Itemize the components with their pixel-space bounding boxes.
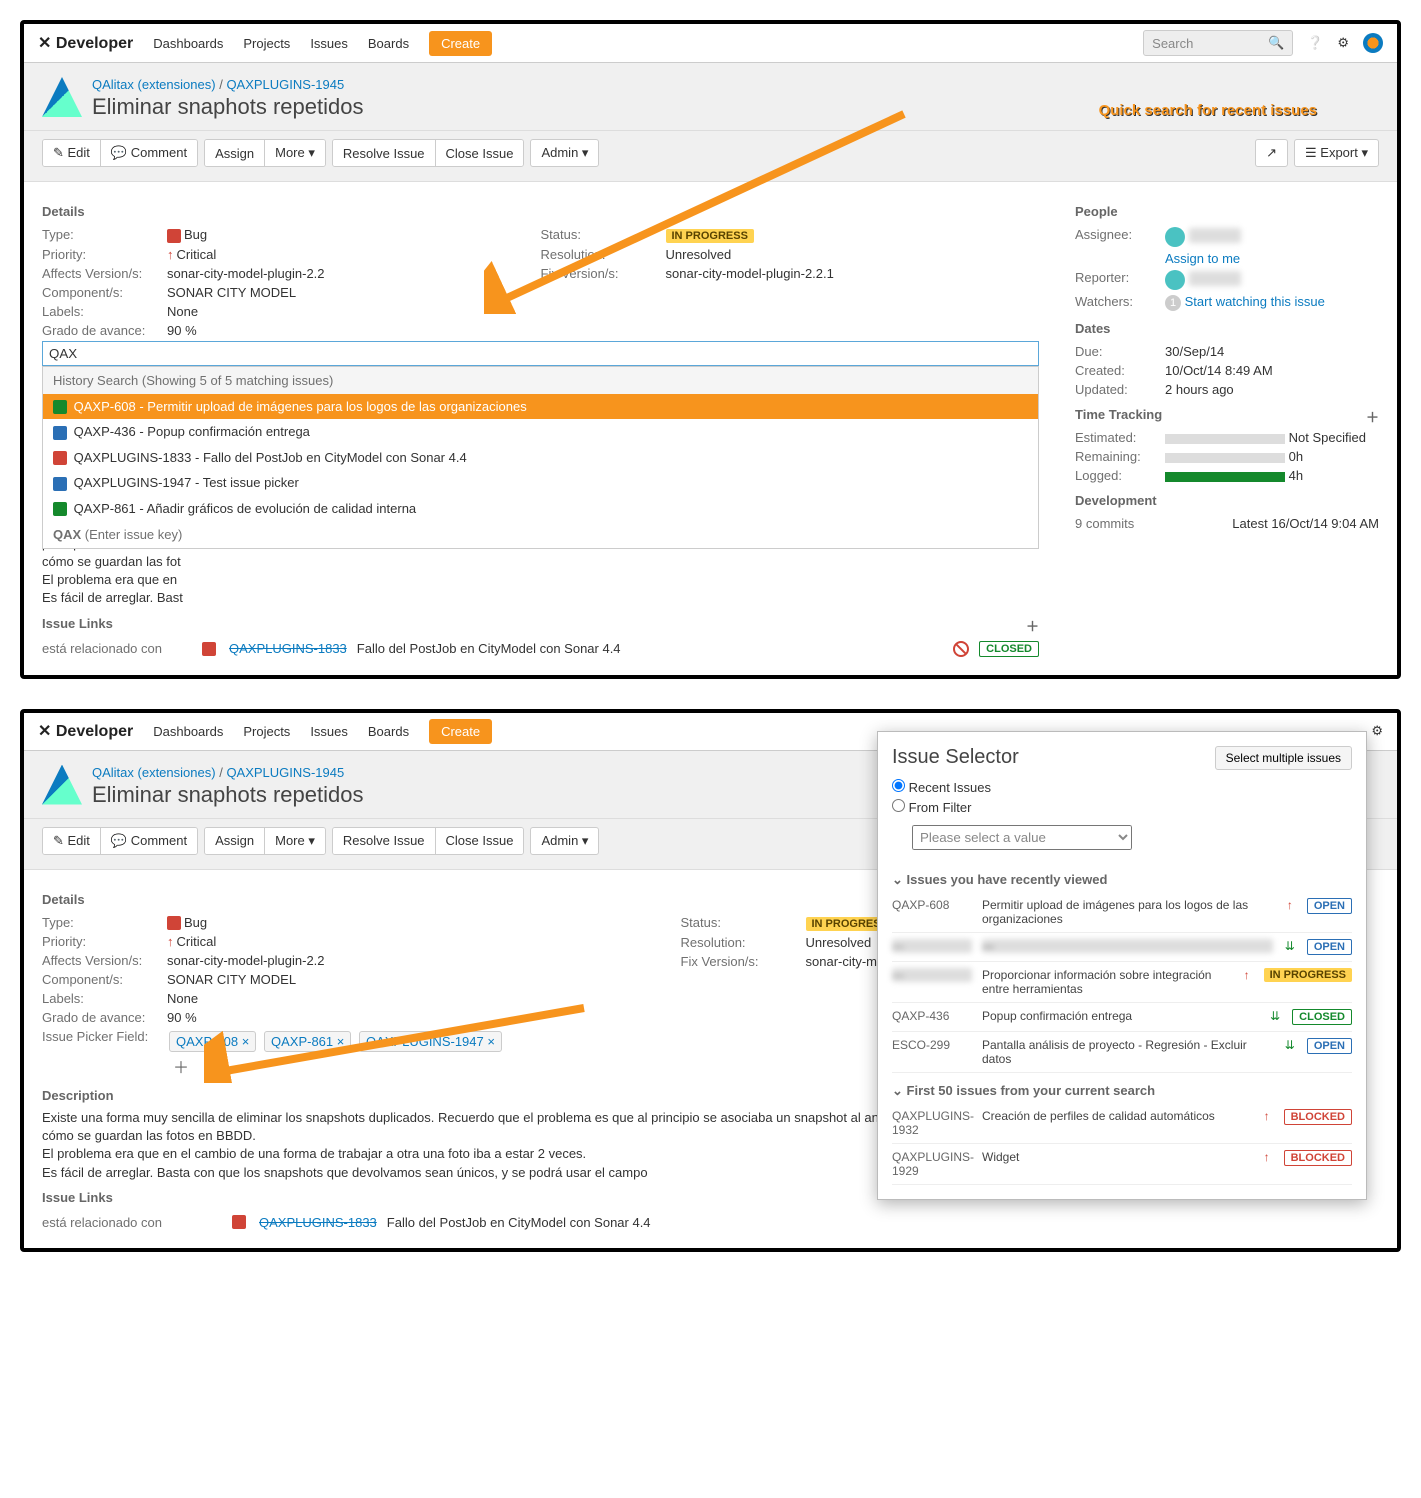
gear-icon[interactable]: ⚙ <box>1371 723 1383 739</box>
selector-row[interactable]: QAXP-608Permitir upload de imágenes para… <box>892 892 1352 933</box>
priority-icon: ↑ <box>167 247 174 262</box>
link-status: CLOSED <box>979 641 1039 657</box>
admin-button[interactable]: Admin ▾ <box>530 827 599 855</box>
links-heading: Issue Links＋ <box>42 616 1039 631</box>
edit-button[interactable]: ✎ Edit <box>43 140 100 166</box>
nav-projects[interactable]: Projects <box>243 724 290 739</box>
resolve-button[interactable]: Resolve Issue <box>333 140 435 166</box>
search-heading[interactable]: First 50 issues from your current search <box>892 1083 1352 1099</box>
watch-link[interactable]: Start watching this issue <box>1185 294 1325 309</box>
labels-label: Labels: <box>42 304 167 319</box>
bug-icon <box>202 642 216 656</box>
issue-selector-dialog: Select multiple issues Issue Selector Re… <box>877 731 1367 1200</box>
picker-item[interactable]: QAXPLUGINS-1833 - Fallo del PostJob en C… <box>43 445 1038 471</box>
picker-header: History Search (Showing 5 of 5 matching … <box>43 367 1038 394</box>
close-button[interactable]: Close Issue <box>435 828 524 854</box>
picker-item[interactable]: QAXP-608 - Permitir upload de imágenes p… <box>43 394 1038 420</box>
selector-row[interactable]: QAXPLUGINS-1932Creación de perfiles de c… <box>892 1103 1352 1144</box>
annotation-arrow <box>484 104 924 314</box>
share-button[interactable]: ↗ <box>1255 139 1288 167</box>
issue-picker-dropdown: History Search (Showing 5 of 5 matching … <box>42 366 1039 550</box>
issue-picker-input[interactable] <box>42 341 1039 366</box>
assign-button[interactable]: Assign <box>205 140 264 166</box>
top-nav: Developer Dashboards Projects Issues Boa… <box>24 24 1397 63</box>
add-issue-button[interactable]: ＋ <box>173 1054 189 1078</box>
bug-icon <box>167 916 181 930</box>
selector-row[interactable]: —Proporcionar información sobre integrac… <box>892 962 1352 1003</box>
more-button[interactable]: More ▾ <box>264 828 325 854</box>
components-label: Component/s: <box>42 285 167 300</box>
picker-item[interactable]: QAXP-861 - Añadir gráficos de evolución … <box>43 496 1038 522</box>
selector-row[interactable]: ESCO-299Pantalla análisis de proyecto - … <box>892 1032 1352 1073</box>
issue-link-row[interactable]: está relacionado con QAXPLUGINS-1833 Fal… <box>42 1211 1319 1234</box>
recent-heading[interactable]: Issues you have recently viewed <box>892 872 1352 888</box>
gear-icon[interactable]: ⚙ <box>1337 35 1349 51</box>
resolve-button[interactable]: Resolve Issue <box>333 828 435 854</box>
picker-footer: QAX (Enter issue key) <box>43 521 1038 548</box>
nav-boards[interactable]: Boards <box>368 724 409 739</box>
tracking-heading: Time Tracking＋ <box>1075 407 1379 422</box>
grado-label: Grado de avance: <box>42 323 167 338</box>
filter-select[interactable]: Please select a value <box>912 825 1132 850</box>
comment-button[interactable]: 💬 Comment <box>100 140 197 166</box>
export-button[interactable]: ☰ Export ▾ <box>1294 139 1379 167</box>
watcher-count: 1 <box>1165 295 1181 311</box>
more-button[interactable]: More ▾ <box>264 140 325 166</box>
screenshot-2: Developer Dashboards Projects Issues Boa… <box>20 709 1401 1252</box>
assign-to-me-link[interactable]: Assign to me <box>1165 251 1240 266</box>
comment-button[interactable]: 💬 Comment <box>100 828 197 854</box>
affects-label: Affects Version/s: <box>42 266 167 281</box>
nav-projects[interactable]: Projects <box>243 36 290 51</box>
search-input[interactable]: Search🔍 <box>1143 30 1293 56</box>
assign-button[interactable]: Assign <box>205 828 264 854</box>
picker-item[interactable]: QAXPLUGINS-1947 - Test issue picker <box>43 470 1038 496</box>
selector-row[interactable]: QAXPLUGINS-1929Widget↑BLOCKED <box>892 1144 1352 1185</box>
nav-issues[interactable]: Issues <box>310 36 348 51</box>
annotation-label: Quick search for recent issues <box>1099 102 1317 119</box>
selector-row[interactable]: ——⇊OPEN <box>892 933 1352 962</box>
radio-filter[interactable]: From Filter <box>892 799 1352 815</box>
issue-link-row[interactable]: está relacionado con QAXPLUGINS-1833 Fal… <box>42 637 1039 661</box>
block-icon <box>953 641 969 657</box>
avatar <box>1165 270 1185 290</box>
dates-heading: Dates <box>1075 321 1379 336</box>
select-multiple-button[interactable]: Select multiple issues <box>1215 746 1352 770</box>
nav-dashboards[interactable]: Dashboards <box>153 36 223 51</box>
nav-boards[interactable]: Boards <box>368 36 409 51</box>
bug-icon <box>232 1215 246 1229</box>
edit-button[interactable]: ✎ Edit <box>43 828 100 854</box>
annotation-arrow-2 <box>204 1003 594 1083</box>
people-heading: People <box>1075 204 1379 219</box>
dev-heading: Development <box>1075 493 1379 508</box>
selector-row[interactable]: QAXP-436Popup confirmación entrega⇊CLOSE… <box>892 1003 1352 1032</box>
type-label: Type: <box>42 227 167 243</box>
nav-dashboards[interactable]: Dashboards <box>153 724 223 739</box>
brand-logo[interactable]: Developer <box>38 33 133 53</box>
create-button[interactable]: Create <box>429 719 492 744</box>
bug-icon <box>167 229 181 243</box>
radio-recent[interactable]: Recent Issues <box>892 779 1352 795</box>
avatar <box>1165 227 1185 247</box>
create-button[interactable]: Create <box>429 31 492 56</box>
screenshot-1: Quick search for recent issues Developer… <box>20 20 1401 679</box>
picker-item[interactable]: QAXP-436 - Popup confirmación entrega <box>43 419 1038 445</box>
help-icon[interactable]: ❔ <box>1307 35 1323 51</box>
priority-label: Priority: <box>42 247 167 262</box>
breadcrumb[interactable]: QAlitax (extensiones) / QAXPLUGINS-1945 <box>42 77 1379 92</box>
user-avatar[interactable] <box>1363 33 1383 53</box>
nav-issues[interactable]: Issues <box>310 724 348 739</box>
brand-logo[interactable]: Developer <box>38 721 133 741</box>
